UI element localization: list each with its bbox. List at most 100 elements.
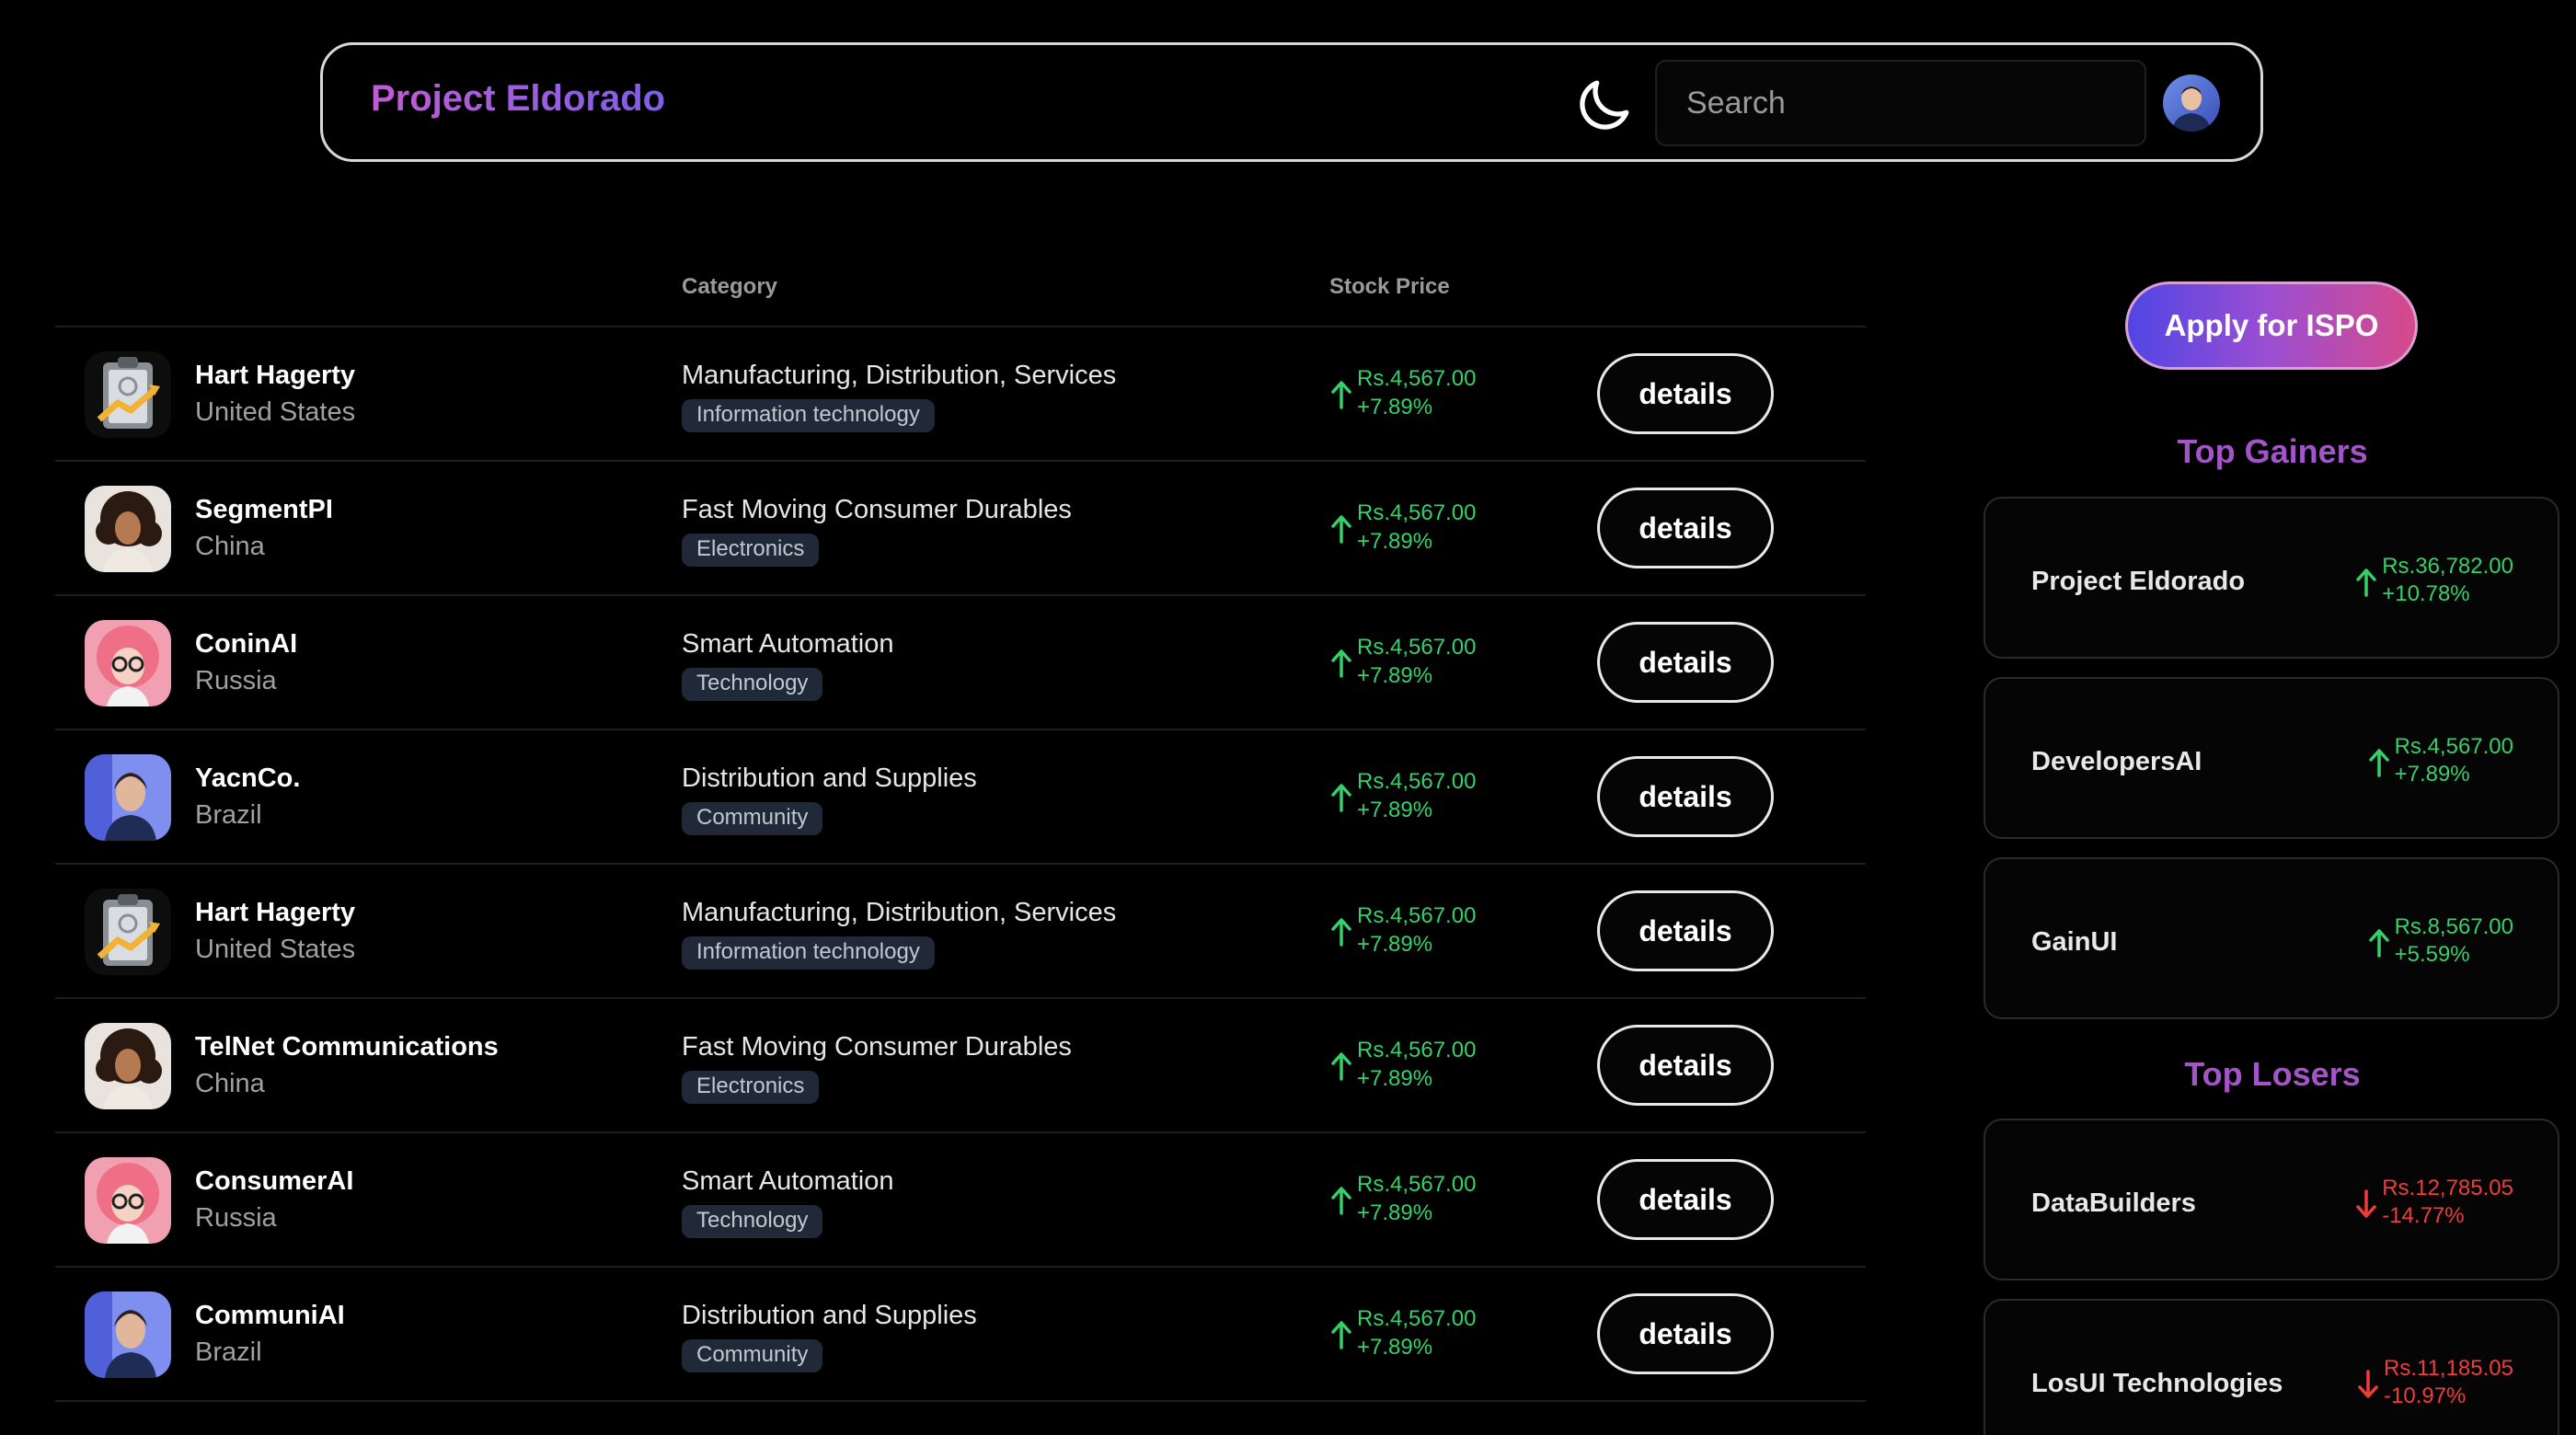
company-country: Brazil bbox=[195, 1337, 262, 1367]
company-category: Manufacturing, Distribution, Services bbox=[682, 898, 1117, 927]
card-price-value: Rs.11,185.05 bbox=[2384, 1356, 2513, 1381]
arrow-up-icon bbox=[1329, 1185, 1353, 1216]
table-row: ConsumerAI Russia Smart Automation Techn… bbox=[55, 1133, 1866, 1268]
card-price-value: Rs.12,785.05 bbox=[2382, 1176, 2513, 1200]
details-button[interactable]: details bbox=[1597, 488, 1774, 568]
card-price-change: -14.77% bbox=[2382, 1203, 2465, 1228]
arrow-up-icon bbox=[1329, 648, 1353, 679]
card-company-name: GainUI bbox=[2031, 927, 2118, 957]
company-name: CommuniAI bbox=[195, 1301, 345, 1330]
price-change: +7.89% bbox=[1357, 529, 1433, 554]
company-name: Hart Hagerty bbox=[195, 898, 356, 927]
company-category: Fast Moving Consumer Durables bbox=[682, 1032, 1072, 1062]
stock-price: Rs.4,567.00 +7.89% bbox=[1329, 500, 1513, 559]
arrow-up-icon bbox=[2367, 927, 2391, 959]
card-price-value: Rs.4,567.00 bbox=[2394, 734, 2513, 759]
card-company-name: DevelopersAI bbox=[2031, 747, 2202, 776]
details-button[interactable]: details bbox=[1597, 1293, 1774, 1374]
table-row: SegmentPI China Fast Moving Consumer Dur… bbox=[55, 462, 1866, 596]
card-company-name: LosUI Technologies bbox=[2031, 1369, 2283, 1398]
company-category: Smart Automation bbox=[682, 1166, 894, 1196]
company-name: Hart Hagerty bbox=[195, 361, 356, 390]
details-button[interactable]: details bbox=[1597, 1025, 1774, 1106]
gainer-card[interactable]: Project Eldorado Rs.36,782.00 +10.78% bbox=[1984, 497, 2559, 659]
search-input[interactable] bbox=[1655, 60, 2146, 146]
price-change: +7.89% bbox=[1357, 932, 1433, 957]
arrow-up-icon bbox=[1329, 379, 1353, 410]
table-row: TelNet Communications China Fast Moving … bbox=[55, 999, 1866, 1133]
arrow-up-icon bbox=[1329, 1050, 1353, 1082]
company-country: United States bbox=[195, 935, 356, 964]
company-country: Russia bbox=[195, 666, 277, 695]
loser-card[interactable]: DataBuilders Rs.12,785.05 -14.77% bbox=[1984, 1119, 2559, 1280]
clipboard-chart-icon bbox=[85, 351, 171, 438]
details-button[interactable]: details bbox=[1597, 353, 1774, 434]
gainer-card[interactable]: DevelopersAI Rs.4,567.00 +7.89% bbox=[1984, 677, 2559, 839]
category-tag: Information technology bbox=[682, 399, 935, 432]
price-change: +7.89% bbox=[1357, 663, 1433, 688]
company-name: ConinAI bbox=[195, 629, 298, 659]
details-button[interactable]: details bbox=[1597, 756, 1774, 837]
details-button[interactable]: details bbox=[1597, 890, 1774, 971]
company-name: SegmentPI bbox=[195, 495, 333, 524]
table-row: YacnCo. Brazil Distribution and Supplies… bbox=[55, 730, 1866, 865]
brand-title[interactable]: Project Eldorado bbox=[371, 78, 665, 120]
card-price: Rs.36,782.00 +10.78% bbox=[2356, 554, 2513, 618]
arrow-down-icon bbox=[2354, 1188, 2378, 1220]
pink-hair-portrait bbox=[85, 1157, 171, 1244]
blue-light-portrait bbox=[85, 1292, 171, 1378]
card-price-change: +10.78% bbox=[2382, 581, 2470, 606]
company-country: Brazil bbox=[195, 800, 262, 830]
company-category: Smart Automation bbox=[682, 629, 894, 659]
table-row: Hart Hagerty United States Manufacturing… bbox=[55, 865, 1866, 999]
company-country: China bbox=[195, 1069, 265, 1098]
company-country: Russia bbox=[195, 1203, 277, 1233]
company-category: Manufacturing, Distribution, Services bbox=[682, 361, 1117, 390]
column-header-stock-price: Stock Price bbox=[1329, 274, 1450, 299]
price-value: Rs.4,567.00 bbox=[1357, 366, 1477, 391]
price-change: +7.89% bbox=[1357, 395, 1433, 419]
arrow-up-icon bbox=[1329, 1319, 1353, 1350]
table-row: Hart Hagerty United States Manufacturing… bbox=[55, 327, 1866, 462]
category-tag: Technology bbox=[682, 668, 823, 701]
card-company-name: DataBuilders bbox=[2031, 1188, 2196, 1218]
category-tag: Community bbox=[682, 802, 823, 835]
card-price-value: Rs.8,567.00 bbox=[2394, 914, 2513, 939]
card-price-change: +5.59% bbox=[2394, 942, 2470, 967]
curly-hair-portrait bbox=[85, 486, 171, 572]
company-category: Distribution and Supplies bbox=[682, 763, 977, 793]
stock-price: Rs.4,567.00 +7.89% bbox=[1329, 635, 1513, 694]
price-value: Rs.4,567.00 bbox=[1357, 500, 1477, 525]
company-country: United States bbox=[195, 397, 356, 427]
card-price: Rs.12,785.05 -14.77% bbox=[2356, 1176, 2513, 1240]
details-button[interactable]: details bbox=[1597, 1159, 1774, 1240]
apply-ispo-button[interactable]: Apply for ISPO bbox=[2125, 281, 2418, 370]
details-button[interactable]: details bbox=[1597, 622, 1774, 703]
table-header: Category Stock Price bbox=[55, 267, 1866, 327]
category-tag: Information technology bbox=[682, 936, 935, 970]
price-value: Rs.4,567.00 bbox=[1357, 1038, 1477, 1062]
loser-card[interactable]: LosUI Technologies Rs.11,185.05 -10.97% bbox=[1984, 1299, 2559, 1435]
stock-price: Rs.4,567.00 +7.89% bbox=[1329, 903, 1513, 962]
blue-light-portrait bbox=[85, 754, 171, 841]
gainer-card[interactable]: GainUI Rs.8,567.00 +5.59% bbox=[1984, 857, 2559, 1019]
price-value: Rs.4,567.00 bbox=[1357, 769, 1477, 794]
stock-price: Rs.4,567.00 +7.89% bbox=[1329, 1306, 1513, 1365]
card-price-change: +7.89% bbox=[2394, 762, 2470, 786]
arrow-up-icon bbox=[2354, 567, 2378, 598]
card-company-name: Project Eldorado bbox=[2031, 567, 2246, 596]
company-category: Distribution and Supplies bbox=[682, 1301, 977, 1330]
page: Project Eldorado Category bbox=[0, 0, 2576, 1435]
stock-table: Category Stock Price Hart Hagerty United… bbox=[55, 267, 1866, 1402]
company-country: China bbox=[195, 532, 265, 561]
price-value: Rs.4,567.00 bbox=[1357, 635, 1477, 660]
user-avatar[interactable] bbox=[2163, 75, 2220, 132]
price-change: +7.89% bbox=[1357, 1200, 1433, 1225]
stock-price: Rs.4,567.00 +7.89% bbox=[1329, 1038, 1513, 1096]
card-price: Rs.8,567.00 +5.59% bbox=[2368, 914, 2513, 979]
curly-hair-portrait bbox=[85, 1023, 171, 1109]
theme-toggle-button[interactable] bbox=[1567, 69, 1640, 143]
card-price: Rs.4,567.00 +7.89% bbox=[2368, 734, 2513, 798]
top-gainers-title: Top Gainers bbox=[2177, 432, 2368, 470]
price-value: Rs.4,567.00 bbox=[1357, 1172, 1477, 1197]
